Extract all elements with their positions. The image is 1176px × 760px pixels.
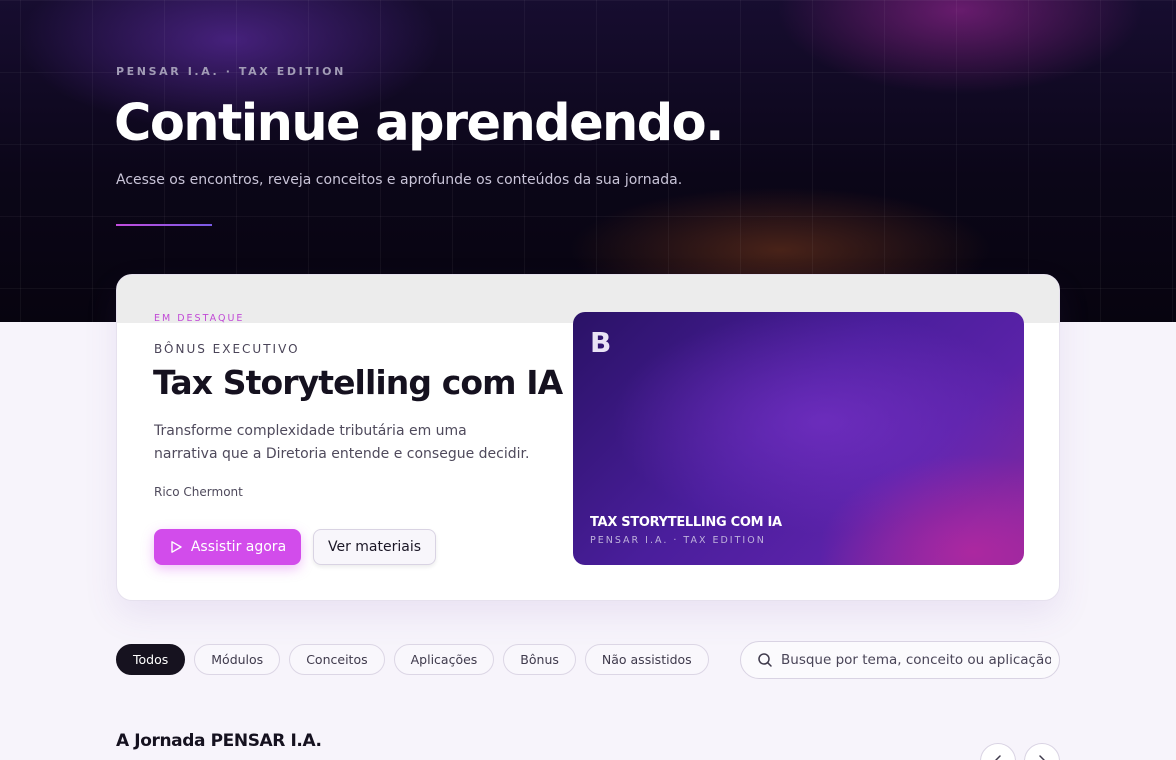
page-title: Continue aprendendo. bbox=[114, 94, 724, 153]
chevron-right-icon bbox=[1036, 753, 1048, 760]
filter-chip-nao-assistidos[interactable]: Não assistidos bbox=[584, 644, 709, 675]
search-box[interactable] bbox=[740, 641, 1060, 679]
filter-chip-aplicacoes[interactable]: Aplicações bbox=[393, 644, 495, 675]
hero-eyebrow: PENSAR I.A. · TAX EDITION bbox=[116, 65, 346, 78]
watch-now-label: Assistir agora bbox=[190, 539, 287, 555]
filter-chip-todos[interactable]: Todos bbox=[116, 644, 186, 675]
carousel-next-button[interactable] bbox=[1024, 743, 1060, 760]
featured-kicker: BÔNUS EXECUTIVO bbox=[154, 342, 300, 356]
thumbnail-title: TAX STORYTELLING COM IA bbox=[590, 515, 782, 530]
featured-badge: EM DESTAQUE bbox=[154, 313, 245, 324]
hero-subtitle: Acesse os encontros, reveja conceitos e … bbox=[116, 172, 683, 188]
thumbnail-subtitle: PENSAR I.A. · TAX EDITION bbox=[590, 535, 766, 546]
filter-chip-conceitos[interactable]: Conceitos bbox=[289, 644, 385, 675]
view-materials-button[interactable]: Ver materiais bbox=[313, 529, 436, 565]
featured-thumbnail[interactable]: B TAX STORYTELLING COM IA PENSAR I.A. · … bbox=[573, 312, 1024, 565]
filter-chip-modulos[interactable]: Módulos bbox=[194, 644, 281, 675]
play-icon bbox=[169, 540, 183, 554]
chevron-left-icon bbox=[992, 753, 1004, 760]
hero-divider bbox=[116, 224, 212, 226]
thumbnail-letter: B bbox=[590, 326, 612, 359]
watch-now-button[interactable]: Assistir agora bbox=[154, 529, 301, 565]
filter-chip-bonus[interactable]: Bônus bbox=[503, 644, 576, 675]
featured-description: Transforme complexidade tributária em um… bbox=[154, 423, 530, 462]
search-input[interactable] bbox=[781, 652, 1051, 668]
featured-title: Tax Storytelling com IA bbox=[153, 363, 563, 402]
featured-card: EM DESTAQUE BÔNUS EXECUTIVO Tax Storytel… bbox=[116, 274, 1060, 601]
filter-chips: Todos Módulos Conceitos Aplicações Bônus… bbox=[116, 644, 709, 676]
section-title: A Jornada PENSAR I.A. bbox=[116, 731, 322, 751]
page: PENSAR I.A. · TAX EDITION Continue apren… bbox=[0, 0, 1176, 760]
carousel-prev-button[interactable] bbox=[980, 743, 1016, 760]
search-icon bbox=[757, 652, 773, 668]
featured-author: Rico Chermont bbox=[154, 485, 243, 499]
